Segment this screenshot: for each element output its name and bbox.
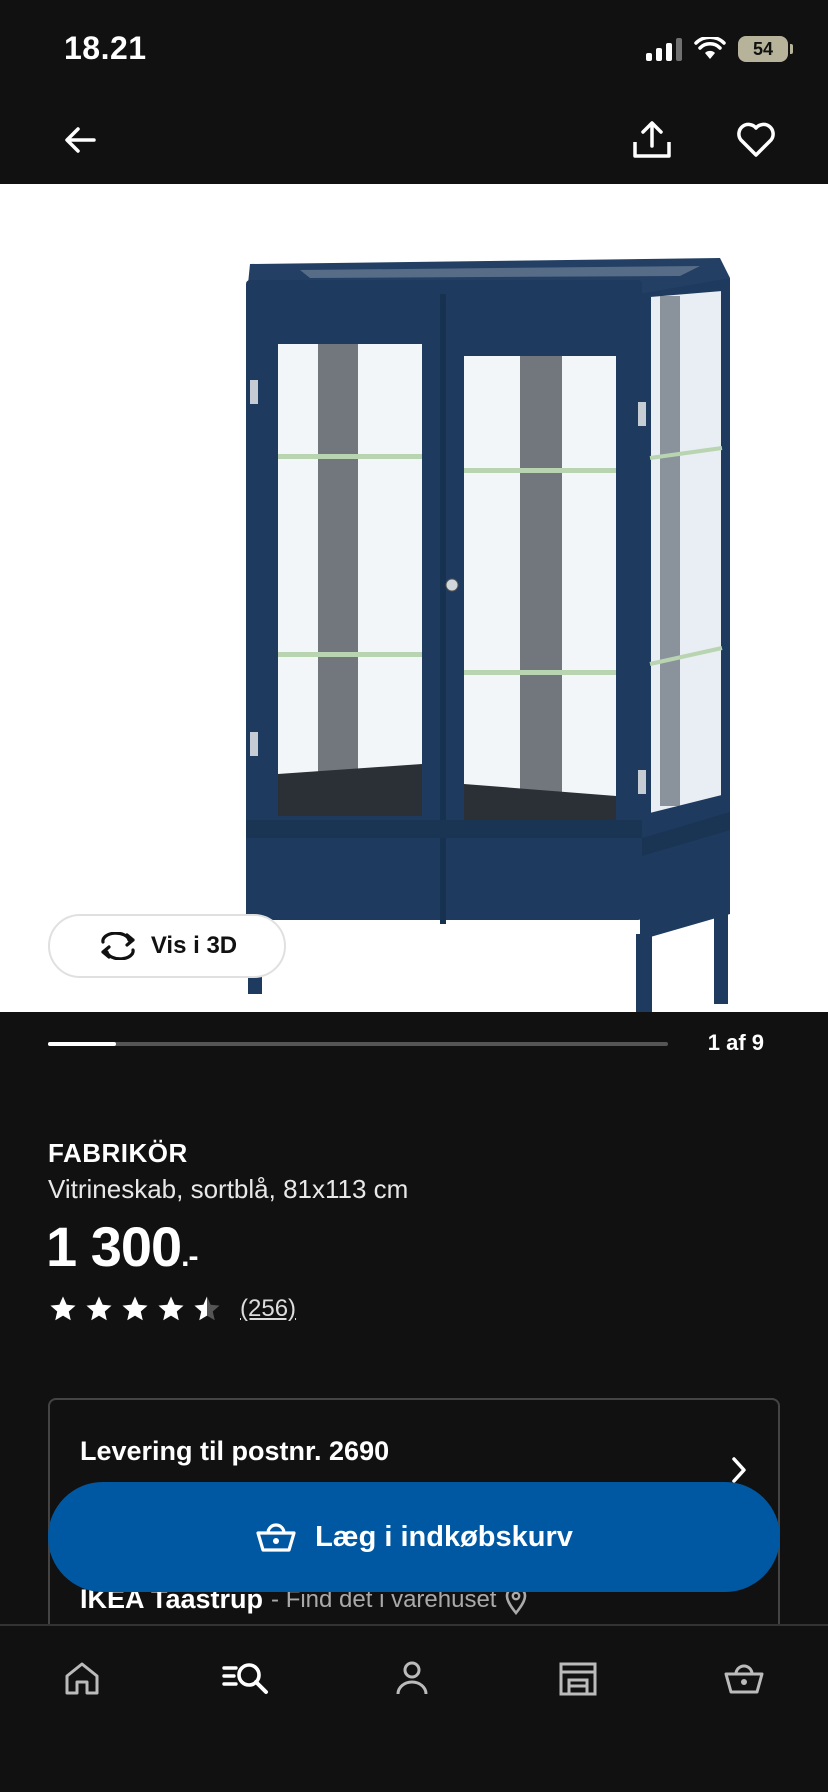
carousel-progress-track — [48, 1042, 668, 1046]
product-name: FABRIKÖR — [48, 1138, 188, 1168]
rating-stars — [48, 1294, 222, 1324]
arrow-left-icon — [65, 127, 96, 153]
profile-icon — [396, 1661, 428, 1695]
tab-search[interactable] — [206, 1648, 286, 1708]
product-description: Vitrineskab, sortblå, 81x113 cm — [48, 1174, 409, 1204]
status-bar: 18.21 54 — [0, 0, 828, 96]
tab-home[interactable] — [42, 1648, 122, 1708]
heart-icon — [737, 122, 775, 157]
top-nav — [0, 96, 828, 184]
delivery-title: Levering til postnr. 2690 — [80, 1436, 390, 1466]
delivery-row[interactable]: Levering til postnr. 2690 — [80, 1436, 748, 1486]
star-icon — [194, 1296, 220, 1321]
cabinet-illustration — [246, 258, 730, 1012]
carousel-indicator: 1 af 9 — [0, 1012, 828, 1082]
home-icon — [65, 1662, 99, 1695]
product-price: 1 300.- — [46, 1214, 198, 1279]
carousel-progress-fill — [48, 1042, 117, 1046]
search-icon — [222, 1663, 268, 1694]
status-time: 18.21 — [64, 30, 147, 66]
share-icon — [633, 121, 671, 158]
signal-icon — [646, 37, 682, 61]
favorite-button[interactable] — [724, 108, 788, 172]
tab-cart[interactable] — [704, 1648, 784, 1708]
cart-basket-icon — [724, 1664, 764, 1694]
basket-icon — [256, 1523, 296, 1552]
rotate-icon — [101, 932, 135, 960]
bottom-tab-bar — [0, 1624, 828, 1792]
star-icon — [50, 1296, 76, 1321]
add-to-cart-button[interactable]: Læg i indkøbskurv — [48, 1482, 780, 1592]
tab-profile[interactable] — [372, 1648, 452, 1708]
wifi-icon — [694, 37, 726, 59]
product-image[interactable]: Vis i 3D — [0, 184, 828, 1012]
add-to-cart-label: Læg i indkøbskurv — [315, 1520, 573, 1553]
star-icon — [158, 1296, 184, 1321]
page-counter: 1 af 9 — [707, 1030, 764, 1055]
battery-level: 54 — [752, 38, 774, 59]
star-icon — [86, 1296, 112, 1321]
price-value: 1 300 — [46, 1215, 182, 1278]
view-3d-button[interactable]: Vis i 3D — [48, 914, 286, 978]
star-icon — [122, 1296, 148, 1321]
rating[interactable]: (256) — [48, 1294, 296, 1324]
price-suffix: .- — [181, 1240, 198, 1273]
status-icons: 54 — [646, 36, 793, 62]
store-icon — [559, 1662, 597, 1696]
view-3d-label: Vis i 3D — [150, 932, 238, 959]
review-count-link[interactable]: (256) — [240, 1295, 296, 1323]
share-button[interactable] — [620, 108, 684, 172]
back-button[interactable] — [48, 108, 112, 172]
chevron-right-icon — [732, 1457, 746, 1483]
tab-stores[interactable] — [538, 1648, 618, 1708]
battery-icon: 54 — [738, 36, 793, 62]
